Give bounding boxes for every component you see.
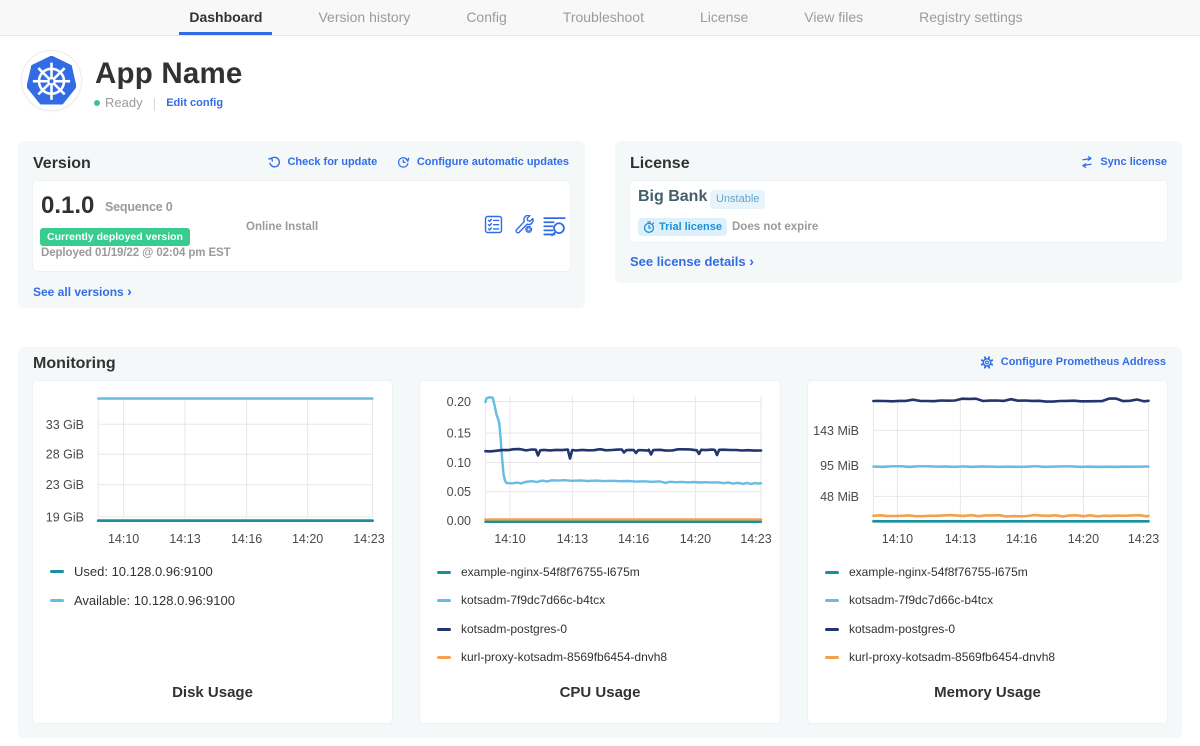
svg-text:14:16: 14:16 bbox=[618, 532, 649, 546]
svg-text:0.15: 0.15 bbox=[447, 427, 471, 441]
svg-text:14:10: 14:10 bbox=[494, 532, 525, 546]
svg-text:14:13: 14:13 bbox=[557, 532, 588, 546]
svg-text:33 GiB: 33 GiB bbox=[46, 418, 84, 432]
svg-text:14:20: 14:20 bbox=[1068, 532, 1099, 546]
svg-text:143 MiB: 143 MiB bbox=[813, 424, 859, 438]
svg-text:14:10: 14:10 bbox=[108, 532, 139, 546]
svg-text:0.20: 0.20 bbox=[447, 395, 471, 409]
svg-text:14:13: 14:13 bbox=[945, 532, 976, 546]
svg-text:14:16: 14:16 bbox=[231, 532, 262, 546]
svg-text:14:10: 14:10 bbox=[882, 532, 913, 546]
svg-text:14:23: 14:23 bbox=[740, 532, 771, 546]
svg-text:14:16: 14:16 bbox=[1006, 532, 1037, 546]
svg-text:0.00: 0.00 bbox=[447, 514, 471, 528]
svg-text:23 GiB: 23 GiB bbox=[46, 478, 84, 492]
svg-text:14:23: 14:23 bbox=[353, 532, 384, 546]
svg-text:0.10: 0.10 bbox=[447, 456, 471, 470]
svg-text:14:23: 14:23 bbox=[1128, 532, 1159, 546]
svg-text:19 GiB: 19 GiB bbox=[46, 511, 84, 525]
svg-text:0.05: 0.05 bbox=[447, 485, 471, 499]
svg-text:95 MiB: 95 MiB bbox=[820, 459, 859, 473]
svg-text:14:20: 14:20 bbox=[680, 532, 711, 546]
svg-text:28 GiB: 28 GiB bbox=[46, 448, 84, 462]
svg-text:48 MiB: 48 MiB bbox=[820, 490, 859, 504]
svg-text:14:20: 14:20 bbox=[292, 532, 323, 546]
svg-text:14:13: 14:13 bbox=[169, 532, 200, 546]
